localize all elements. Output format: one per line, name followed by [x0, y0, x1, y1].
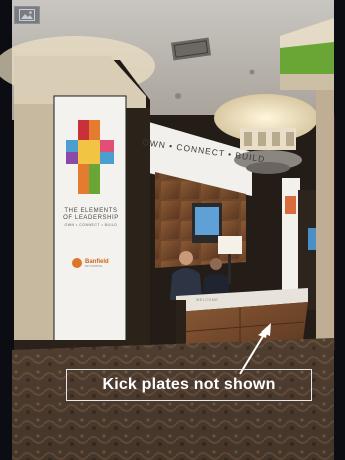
- banner-headline: THE ELEMENTS OF LEADERSHIP OWN • CONNECT…: [62, 208, 120, 228]
- image-glyph-icon: [19, 9, 35, 21]
- banner-brand-logo: Banfield PET HOSPITAL: [72, 258, 109, 268]
- brand-name: Banfield: [85, 258, 109, 265]
- brand-mark-icon: [72, 258, 82, 268]
- banner-line-3: OWN • CONNECT • BUILD: [64, 223, 118, 227]
- caption-box: Kick plates not shown: [66, 369, 312, 401]
- desk-label: WELCOME: [196, 298, 219, 302]
- image-icon[interactable]: [14, 6, 40, 24]
- banner-line-1: THE ELEMENTS: [64, 208, 118, 214]
- banner-line-2: OF LEADERSHIP: [63, 215, 119, 221]
- photo-frame: THE ELEMENTS OF LEADERSHIP OWN • CONNECT…: [0, 0, 345, 460]
- brand-sub: PET HOSPITAL: [85, 264, 103, 268]
- caption-text: Kick plates not shown: [102, 376, 276, 393]
